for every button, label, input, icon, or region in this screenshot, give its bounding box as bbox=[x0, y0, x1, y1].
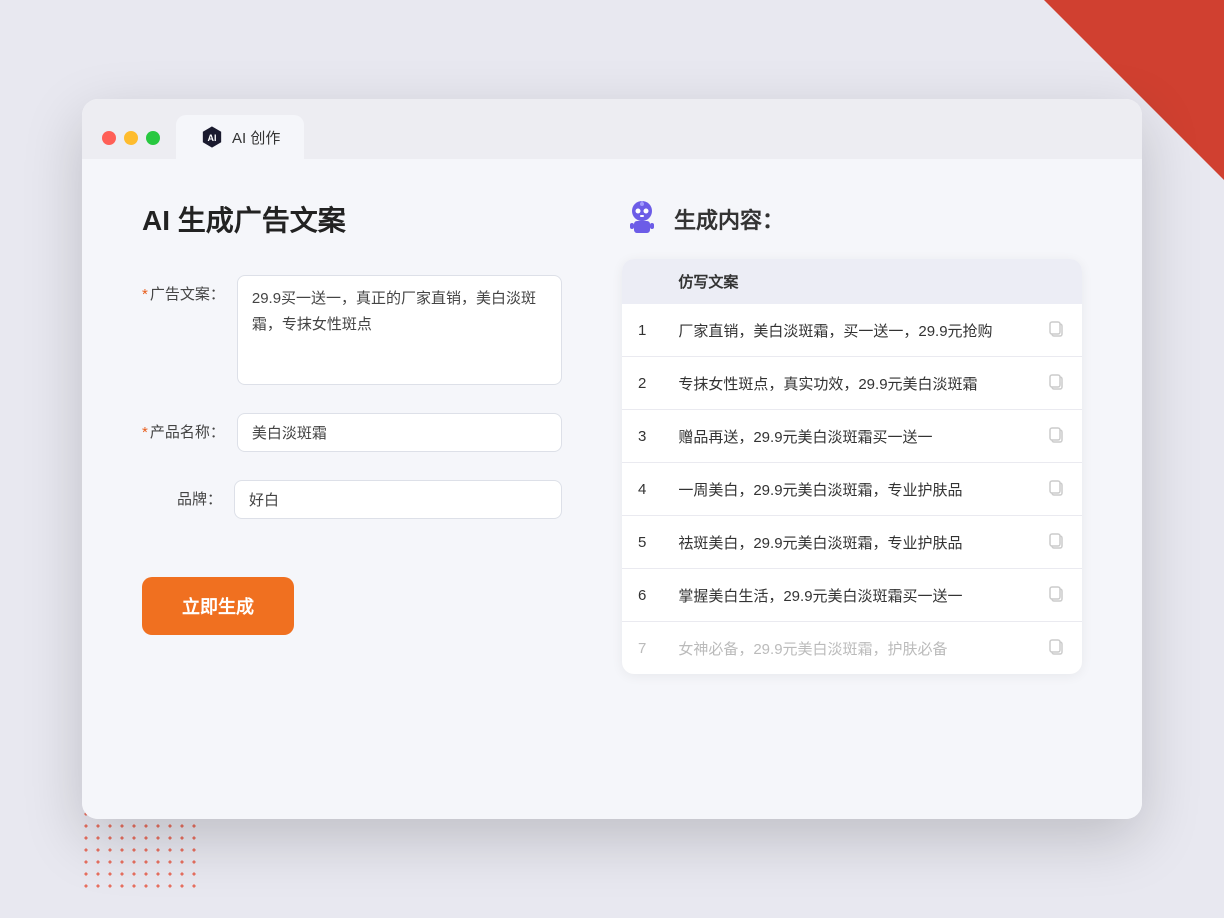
row-text: 专抹女性斑点，真实功效，29.9元美白淡斑霜 bbox=[662, 357, 1030, 410]
copy-icon[interactable] bbox=[1046, 636, 1066, 656]
copy-cell bbox=[1030, 357, 1082, 410]
maximize-button[interactable] bbox=[146, 131, 160, 145]
copy-icon[interactable] bbox=[1046, 583, 1066, 603]
main-content: AI 生成广告文案 *广告文案： 29.9买一送一，真正的厂家直销，美白淡斑霜，… bbox=[82, 159, 1142, 819]
result-table: 仿写文案 1 厂家直销，美白淡斑霜，买一送一，29.9元抢购 2 专抹女性斑点，… bbox=[622, 259, 1082, 674]
row-number: 4 bbox=[622, 463, 662, 516]
ad-copy-label: *广告文案： bbox=[142, 275, 225, 304]
row-number: 5 bbox=[622, 516, 662, 569]
copy-cell bbox=[1030, 622, 1082, 675]
column-header: 仿写文案 bbox=[662, 259, 1030, 304]
table-row: 3 赠品再送，29.9元美白淡斑霜买一送一 bbox=[622, 410, 1082, 463]
row-number: 6 bbox=[622, 569, 662, 622]
robot-icon bbox=[622, 199, 662, 239]
active-tab[interactable]: AI AI 创作 bbox=[176, 115, 304, 159]
result-header: 生成内容： bbox=[622, 199, 1082, 239]
product-name-input[interactable] bbox=[237, 413, 562, 452]
page-title: AI 生成广告文案 bbox=[142, 199, 562, 239]
table-header: 仿写文案 bbox=[622, 259, 1082, 304]
table-row: 7 女神必备，29.9元美白淡斑霜，护肤必备 bbox=[622, 622, 1082, 675]
brand-group: 品牌： bbox=[142, 480, 562, 519]
required-star-2: * bbox=[142, 424, 148, 441]
copy-cell bbox=[1030, 410, 1082, 463]
brand-label: 品牌： bbox=[142, 480, 222, 509]
copy-icon[interactable] bbox=[1046, 371, 1066, 391]
svg-text:AI: AI bbox=[208, 133, 217, 143]
row-number: 7 bbox=[622, 622, 662, 675]
copy-icon[interactable] bbox=[1046, 477, 1066, 497]
result-title: 生成内容： bbox=[674, 203, 784, 235]
row-text: 掌握美白生活，29.9元美白淡斑霜买一送一 bbox=[662, 569, 1030, 622]
table-row: 4 一周美白，29.9元美白淡斑霜，专业护肤品 bbox=[622, 463, 1082, 516]
table-row: 1 厂家直销，美白淡斑霜，买一送一，29.9元抢购 bbox=[622, 304, 1082, 357]
result-container: 仿写文案 1 厂家直销，美白淡斑霜，买一送一，29.9元抢购 2 专抹女性斑点，… bbox=[622, 259, 1082, 674]
tab-label: AI 创作 bbox=[232, 127, 280, 148]
bg-dots bbox=[80, 808, 200, 888]
table-row: 2 专抹女性斑点，真实功效，29.9元美白淡斑霜 bbox=[622, 357, 1082, 410]
row-text: 赠品再送，29.9元美白淡斑霜买一送一 bbox=[662, 410, 1030, 463]
required-star-1: * bbox=[142, 286, 148, 303]
row-number: 2 bbox=[622, 357, 662, 410]
browser-window: AI AI 创作 AI 生成广告文案 *广告文案： 29.9买一送一，真正的厂家… bbox=[82, 99, 1142, 819]
product-name-group: *产品名称： bbox=[142, 413, 562, 452]
product-name-label: *产品名称： bbox=[142, 413, 225, 442]
copy-icon[interactable] bbox=[1046, 318, 1066, 338]
row-text: 厂家直销，美白淡斑霜，买一送一，29.9元抢购 bbox=[662, 304, 1030, 357]
copy-icon[interactable] bbox=[1046, 530, 1066, 550]
left-panel: AI 生成广告文案 *广告文案： 29.9买一送一，真正的厂家直销，美白淡斑霜，… bbox=[142, 199, 562, 779]
brand-input[interactable] bbox=[234, 480, 562, 519]
copy-cell bbox=[1030, 304, 1082, 357]
table-row: 5 祛斑美白，29.9元美白淡斑霜，专业护肤品 bbox=[622, 516, 1082, 569]
copy-cell bbox=[1030, 569, 1082, 622]
copy-cell bbox=[1030, 463, 1082, 516]
copy-cell bbox=[1030, 516, 1082, 569]
title-bar: AI AI 创作 bbox=[82, 99, 1142, 159]
minimize-button[interactable] bbox=[124, 131, 138, 145]
row-text: 一周美白，29.9元美白淡斑霜，专业护肤品 bbox=[662, 463, 1030, 516]
window-controls bbox=[102, 131, 160, 159]
table-row: 6 掌握美白生活，29.9元美白淡斑霜买一送一 bbox=[622, 569, 1082, 622]
row-text: 祛斑美白，29.9元美白淡斑霜，专业护肤品 bbox=[662, 516, 1030, 569]
row-text: 女神必备，29.9元美白淡斑霜，护肤必备 bbox=[662, 622, 1030, 675]
row-number: 1 bbox=[622, 304, 662, 357]
close-button[interactable] bbox=[102, 131, 116, 145]
ad-copy-group: *广告文案： 29.9买一送一，真正的厂家直销，美白淡斑霜，专抹女性斑点 bbox=[142, 275, 562, 385]
copy-icon[interactable] bbox=[1046, 424, 1066, 444]
generate-button[interactable]: 立即生成 bbox=[142, 577, 294, 635]
ad-copy-input[interactable]: 29.9买一送一，真正的厂家直销，美白淡斑霜，专抹女性斑点 bbox=[237, 275, 562, 385]
right-panel: 生成内容： 仿写文案 1 厂家直销，美白淡斑霜，买一送一，29.9元抢购 bbox=[622, 199, 1082, 779]
ai-tab-icon: AI bbox=[200, 125, 224, 149]
row-number: 3 bbox=[622, 410, 662, 463]
